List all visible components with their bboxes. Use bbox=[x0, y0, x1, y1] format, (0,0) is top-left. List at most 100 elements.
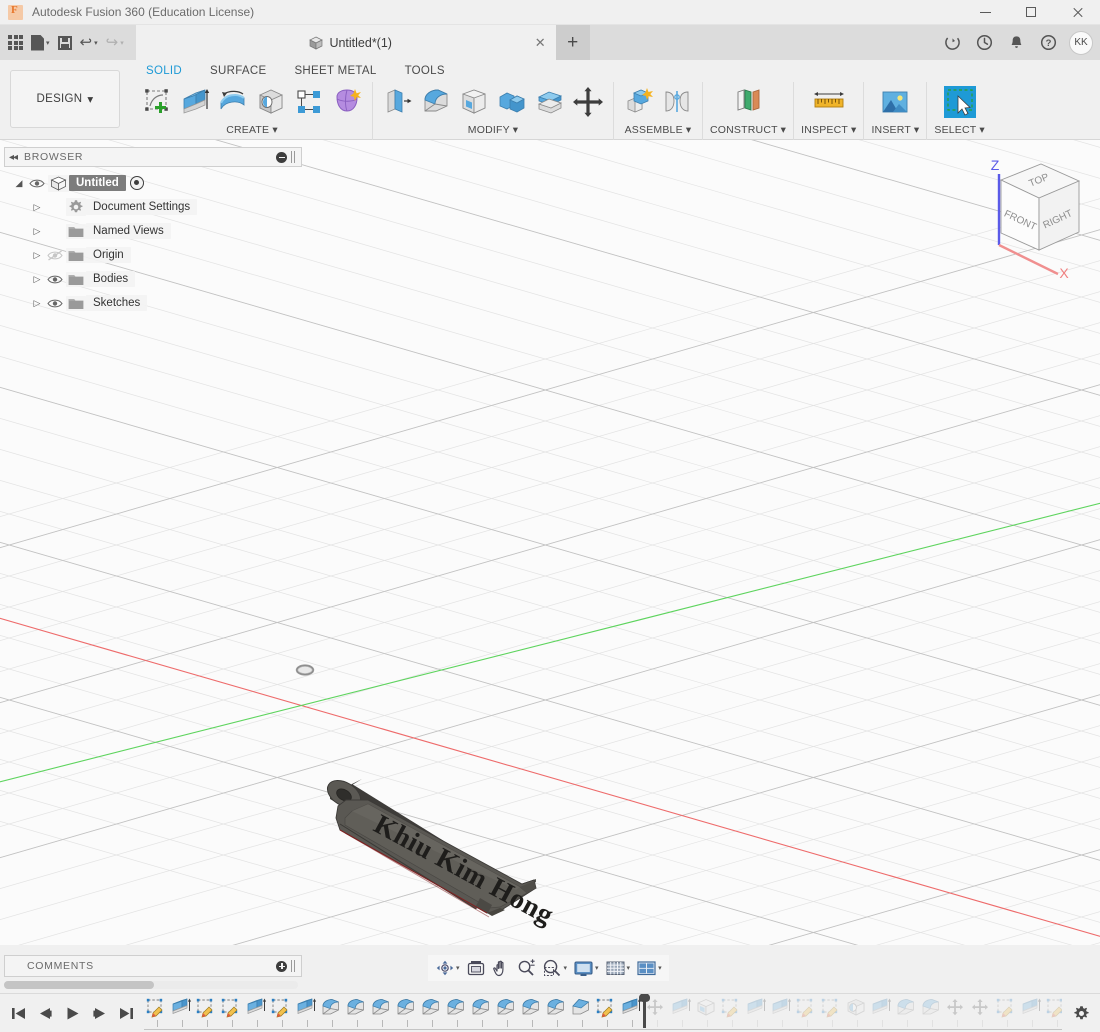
fillet-icon[interactable] bbox=[418, 82, 454, 122]
help-button[interactable]: ? bbox=[1032, 25, 1064, 60]
expand-arrow-icon[interactable]: ▷ bbox=[30, 250, 44, 261]
skip-to-start-button[interactable] bbox=[6, 1001, 30, 1025]
create-sketch-icon[interactable] bbox=[139, 82, 175, 122]
skip-to-end-button[interactable] bbox=[114, 1001, 138, 1025]
add-comment-icon[interactable] bbox=[276, 960, 287, 972]
tree-item-bodies[interactable]: ▷ Bodies bbox=[4, 267, 302, 291]
minimize-button[interactable] bbox=[962, 0, 1008, 25]
timeline-feature-sketch[interactable] bbox=[594, 996, 619, 1030]
tree-item-named-views[interactable]: ▷ Named Views bbox=[4, 219, 302, 243]
visibility-eye-icon[interactable] bbox=[26, 178, 48, 189]
browser-minimize-icon[interactable] bbox=[276, 151, 287, 163]
pan-button[interactable] bbox=[489, 956, 514, 980]
timeline-feature-sketch[interactable] bbox=[819, 996, 844, 1030]
tree-item-document-settings[interactable]: ▷ Document Settings bbox=[4, 195, 302, 219]
step-forward-button[interactable] bbox=[87, 1001, 111, 1025]
timeline-feature-extrude[interactable] bbox=[294, 996, 319, 1030]
tab-surface[interactable]: SURFACE bbox=[196, 63, 280, 79]
panel-create-label[interactable]: CREATE ▾ bbox=[139, 124, 365, 136]
pattern-icon[interactable] bbox=[291, 82, 327, 122]
view-cube[interactable]: Z X TOP FRONT RIGHT bbox=[955, 150, 1100, 280]
measure-icon[interactable] bbox=[811, 82, 847, 122]
timeline-feature-fillet[interactable] bbox=[444, 996, 469, 1030]
new-component-icon[interactable] bbox=[621, 82, 657, 122]
browser-horizontal-scrollbar[interactable] bbox=[4, 981, 298, 989]
comments-resize-grip[interactable] bbox=[291, 960, 297, 972]
new-file-button[interactable]: ▾ bbox=[27, 28, 54, 58]
viewports-button[interactable]: ▾ bbox=[633, 956, 665, 980]
orbit-button[interactable]: ▾ bbox=[432, 956, 463, 980]
timeline-feature-sketch[interactable] bbox=[719, 996, 744, 1030]
timeline-feature-fillet[interactable] bbox=[344, 996, 369, 1030]
timeline-feature-fillet[interactable] bbox=[494, 996, 519, 1030]
panel-assemble-label[interactable]: ASSEMBLE ▾ bbox=[621, 124, 695, 136]
select-window-icon[interactable] bbox=[942, 82, 978, 122]
maximize-button[interactable] bbox=[1008, 0, 1054, 25]
new-tab-button[interactable]: + bbox=[555, 25, 590, 60]
combine-icon[interactable] bbox=[494, 82, 530, 122]
close-button[interactable] bbox=[1054, 0, 1100, 25]
step-back-button[interactable] bbox=[33, 1001, 57, 1025]
revolve-icon[interactable] bbox=[215, 82, 251, 122]
timeline-feature-extrude[interactable] bbox=[869, 996, 894, 1030]
timeline-feature-move[interactable] bbox=[969, 996, 994, 1030]
timeline-feature-extrude[interactable] bbox=[169, 996, 194, 1030]
tree-item-origin[interactable]: ▷ Origin bbox=[4, 243, 302, 267]
joint-icon[interactable] bbox=[659, 82, 695, 122]
timeline-feature-extrude[interactable] bbox=[669, 996, 694, 1030]
shell-icon[interactable] bbox=[456, 82, 492, 122]
user-avatar[interactable]: KK bbox=[1069, 30, 1093, 55]
press-pull-icon[interactable] bbox=[380, 82, 416, 122]
expand-arrow-icon[interactable]: ◢ bbox=[12, 178, 26, 189]
panel-insert-label[interactable]: INSERT ▾ bbox=[871, 124, 919, 136]
display-settings-button[interactable]: ▾ bbox=[570, 956, 602, 980]
notifications-button[interactable] bbox=[1000, 25, 1032, 60]
timeline-settings-button[interactable] bbox=[1062, 1005, 1100, 1022]
collapse-panel-icon[interactable]: ◂◂ bbox=[9, 152, 18, 163]
timeline-feature-sketch[interactable] bbox=[269, 996, 294, 1030]
offset-plane-icon[interactable] bbox=[730, 82, 766, 122]
offset-face-icon[interactable] bbox=[532, 82, 568, 122]
timeline-feature-shell[interactable] bbox=[694, 996, 719, 1030]
look-at-button[interactable] bbox=[463, 956, 489, 980]
timeline-feature-fillet[interactable] bbox=[369, 996, 394, 1030]
grid-snaps-button[interactable]: ▾ bbox=[602, 956, 634, 980]
document-tab-close-icon[interactable]: ✕ bbox=[535, 36, 546, 49]
redo-button[interactable]: ↪ ▾ bbox=[102, 28, 128, 58]
zoom-button[interactable] bbox=[514, 956, 539, 980]
move-copy-icon[interactable] bbox=[570, 82, 606, 122]
timeline-feature-extrude[interactable] bbox=[744, 996, 769, 1030]
timeline-feature-sketch[interactable] bbox=[794, 996, 819, 1030]
expand-arrow-icon[interactable]: ▷ bbox=[30, 226, 44, 237]
timeline-feature-fillet[interactable] bbox=[894, 996, 919, 1030]
recent-activity-button[interactable] bbox=[968, 25, 1000, 60]
timeline-feature-sketch[interactable] bbox=[1044, 996, 1062, 1030]
visibility-eye-icon[interactable] bbox=[44, 274, 66, 285]
timeline-feature-chamfer[interactable] bbox=[569, 996, 594, 1030]
tab-tools[interactable]: TOOLS bbox=[391, 63, 459, 79]
timeline-feature-fillet[interactable] bbox=[419, 996, 444, 1030]
hole-icon[interactable] bbox=[253, 82, 289, 122]
tab-solid[interactable]: SOLID bbox=[132, 63, 196, 79]
timeline-track[interactable] bbox=[144, 993, 1062, 1032]
timeline-feature-sketch[interactable] bbox=[994, 996, 1019, 1030]
timeline-feature-extrude[interactable] bbox=[1019, 996, 1044, 1030]
timeline-feature-sketch[interactable] bbox=[219, 996, 244, 1030]
job-status-button[interactable] bbox=[936, 25, 968, 60]
zoom-window-button[interactable]: ▾ bbox=[539, 956, 571, 980]
timeline-feature-fillet[interactable] bbox=[319, 996, 344, 1030]
visibility-eye-icon[interactable] bbox=[44, 298, 66, 309]
timeline-feature-hole[interactable] bbox=[844, 996, 869, 1030]
timeline-marker[interactable] bbox=[639, 993, 650, 1028]
browser-resize-grip[interactable] bbox=[291, 151, 297, 163]
document-tab[interactable]: Untitled*(1) ✕ bbox=[135, 25, 556, 60]
create-form-icon[interactable] bbox=[329, 82, 365, 122]
insert-image-icon[interactable] bbox=[877, 82, 913, 122]
tab-sheet-metal[interactable]: SHEET METAL bbox=[280, 63, 390, 79]
panel-inspect-label[interactable]: INSPECT ▾ bbox=[801, 124, 856, 136]
play-button[interactable] bbox=[60, 1001, 84, 1025]
tree-item-sketches[interactable]: ▷ Sketches bbox=[4, 291, 302, 315]
timeline-feature-sketch[interactable] bbox=[144, 996, 169, 1030]
timeline-feature-fillet[interactable] bbox=[919, 996, 944, 1030]
expand-arrow-icon[interactable]: ▷ bbox=[30, 202, 44, 213]
